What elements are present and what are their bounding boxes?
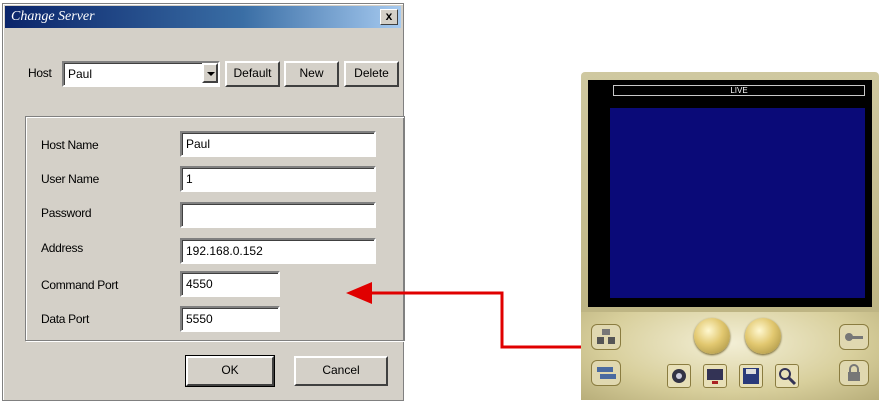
zoom-icon	[779, 368, 797, 386]
save-icon	[743, 368, 759, 384]
transfer-icon	[597, 367, 616, 379]
arrow-head	[346, 282, 372, 304]
transfer-button[interactable]	[591, 360, 621, 386]
display-button[interactable]	[703, 364, 727, 388]
snapshot-button[interactable]	[667, 364, 691, 388]
right-knob[interactable]	[745, 318, 781, 354]
key-icon	[845, 333, 863, 341]
network-button[interactable]	[591, 324, 621, 350]
lock-button[interactable]	[839, 360, 869, 386]
left-knob[interactable]	[694, 318, 730, 354]
lock-icon	[848, 364, 860, 381]
network-icon	[597, 329, 615, 344]
video-display[interactable]	[610, 108, 865, 298]
key-button[interactable]	[839, 324, 869, 350]
zoom-button[interactable]	[775, 364, 799, 388]
video-viewer: LIVE	[581, 72, 879, 400]
display-icon	[707, 369, 723, 384]
control-panel	[581, 312, 879, 400]
live-status-bar: LIVE	[613, 85, 865, 96]
save-button[interactable]	[739, 364, 763, 388]
camera-icon	[672, 369, 686, 383]
